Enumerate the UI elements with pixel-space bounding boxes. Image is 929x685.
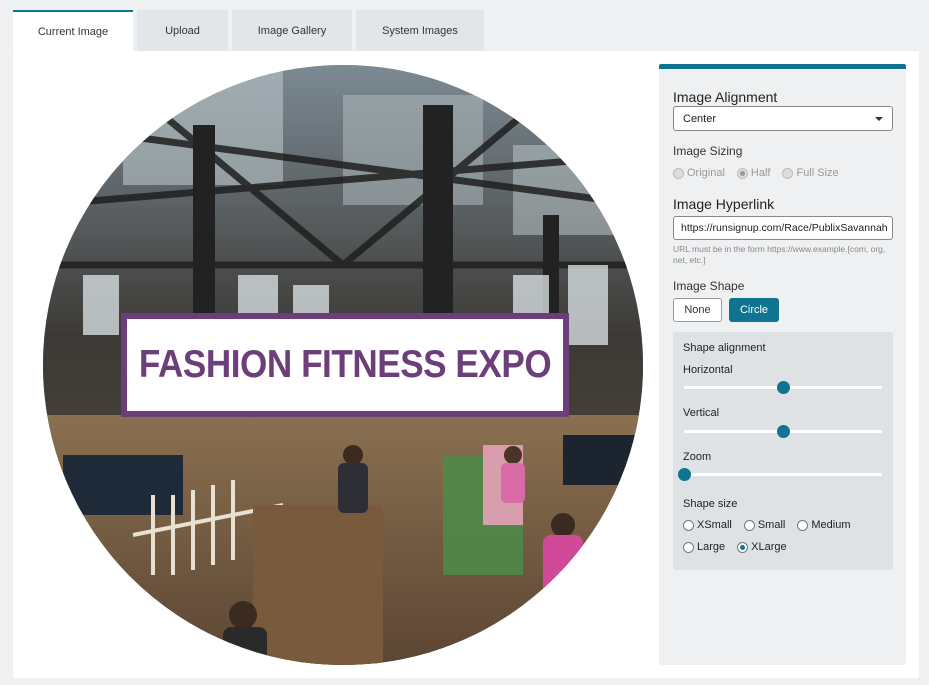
- shape-size-row-2: Large XLarge: [683, 541, 799, 553]
- image-sizing-options: Original Half Full Size: [673, 167, 851, 179]
- size-large-radio[interactable]: Large: [683, 541, 725, 553]
- shape-alignment-title: Shape alignment: [683, 342, 766, 354]
- vertical-label: Vertical: [683, 407, 720, 419]
- shape-circle-button[interactable]: Circle: [729, 298, 779, 322]
- tab-upload[interactable]: Upload: [137, 10, 228, 51]
- expo-banner: FASHION FITNESS EXPO: [121, 313, 569, 417]
- horizontal-label: Horizontal: [683, 364, 733, 376]
- zoom-label: Zoom: [683, 451, 712, 463]
- size-small-radio[interactable]: Small: [743, 519, 785, 531]
- slider-thumb[interactable]: [777, 425, 790, 438]
- size-xlarge-radio[interactable]: XLarge: [737, 541, 787, 553]
- zoom-slider[interactable]: [678, 468, 882, 481]
- tab-current-image[interactable]: Current Image: [13, 10, 133, 51]
- chevron-down-icon: [875, 117, 883, 121]
- image-alignment-select[interactable]: Center: [673, 106, 893, 131]
- image-alignment-value: Center: [683, 112, 717, 125]
- sizing-full-size-radio[interactable]: Full Size: [782, 167, 839, 179]
- size-medium-radio[interactable]: Medium: [797, 519, 850, 531]
- image-sizing-title: Image Sizing: [673, 144, 743, 158]
- main-panel: FASHION FITNESS EXPO Image Alignment Cen…: [13, 51, 919, 678]
- slider-thumb[interactable]: [678, 468, 691, 481]
- vertical-slider[interactable]: [684, 425, 882, 438]
- image-preview: FASHION FITNESS EXPO: [43, 65, 643, 665]
- shape-size-title: Shape size: [683, 498, 738, 510]
- radio-icon: [743, 519, 755, 531]
- radio-icon: [683, 541, 694, 553]
- tab-bar: Current Image Upload Image Gallery Syste…: [13, 10, 484, 51]
- tab-image-gallery[interactable]: Image Gallery: [232, 10, 352, 51]
- slider-track: [684, 473, 882, 476]
- radio-selected-icon: [737, 541, 749, 553]
- slider-thumb[interactable]: [777, 381, 790, 394]
- radio-selected-icon: [736, 167, 748, 179]
- image-shape-title: Image Shape: [673, 279, 745, 293]
- shape-options-box: Shape alignment Horizontal Vertical Zoom…: [673, 332, 893, 570]
- sizing-original-radio[interactable]: Original: [673, 167, 725, 179]
- image-settings-panel: Image Alignment Center Image Sizing Orig…: [659, 64, 906, 665]
- image-alignment-title: Image Alignment: [673, 89, 778, 105]
- shape-size-row-1: XSmall Small Medium: [683, 519, 862, 531]
- image-hyperlink-title: Image Hyperlink: [673, 196, 775, 212]
- image-hyperlink-input[interactable]: https://runsignup.com/Race/PublixSavanna…: [673, 216, 893, 240]
- radio-icon: [797, 519, 809, 531]
- size-xsmall-radio[interactable]: XSmall: [683, 519, 732, 531]
- banner-text: FASHION FITNESS EXPO: [138, 343, 552, 386]
- radio-icon: [673, 167, 684, 179]
- hyperlink-hint: URL must be in the form https://www.exam…: [673, 244, 886, 265]
- horizontal-slider[interactable]: [684, 381, 882, 394]
- radio-icon: [683, 519, 694, 531]
- shape-none-button[interactable]: None: [673, 298, 722, 322]
- tab-system-images[interactable]: System Images: [356, 10, 484, 51]
- radio-icon: [782, 167, 794, 179]
- sizing-half-radio[interactable]: Half: [736, 167, 770, 179]
